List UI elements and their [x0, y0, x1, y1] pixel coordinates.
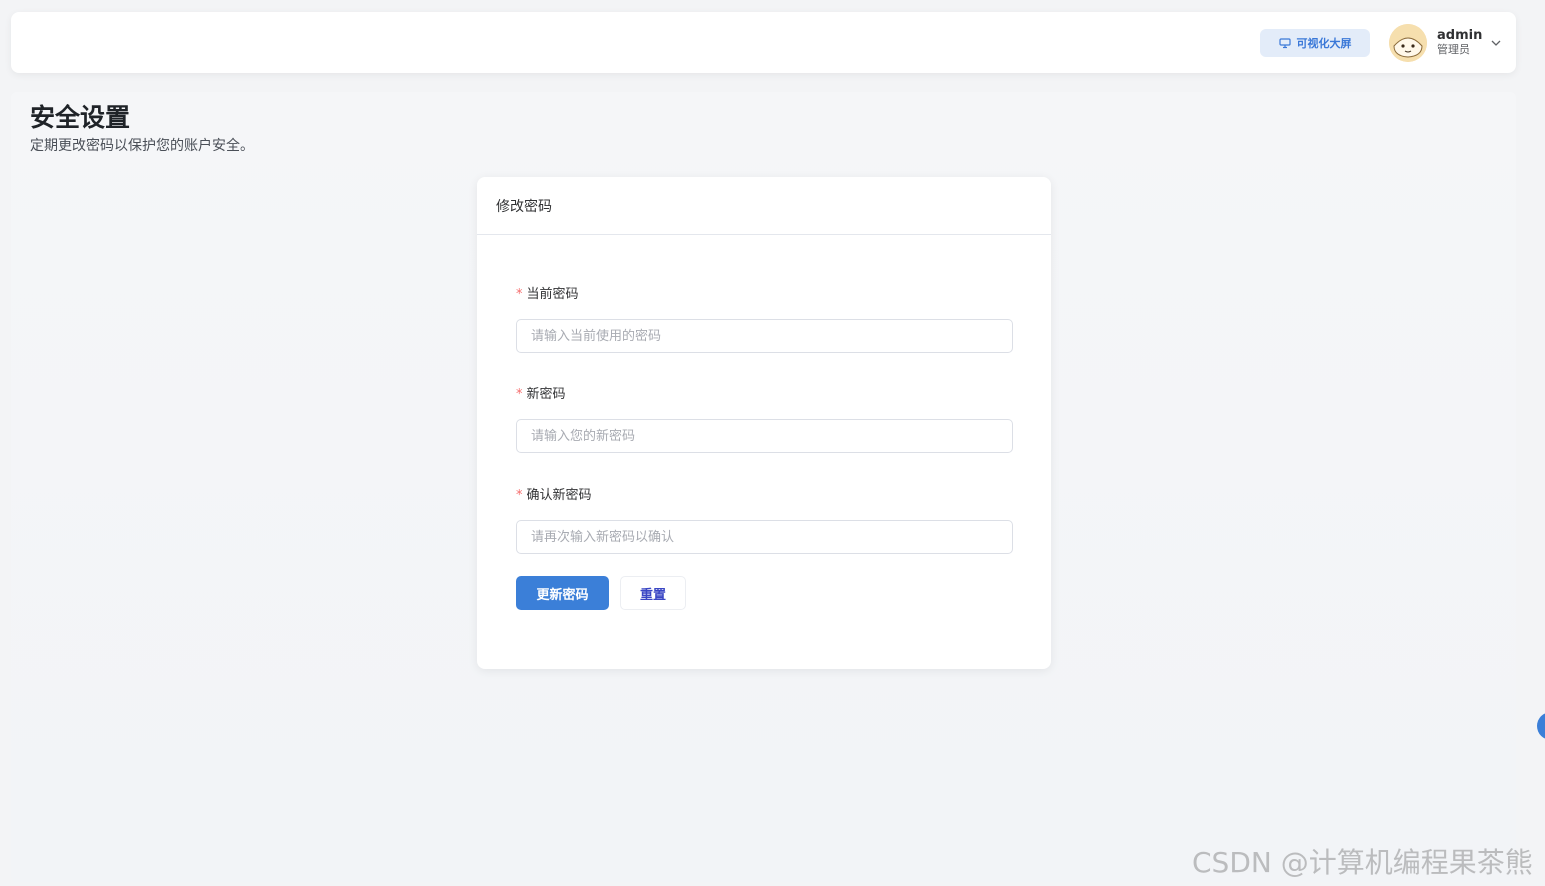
user-name: admin: [1437, 28, 1483, 44]
confirm-password-label-text: 确认新密码: [526, 488, 592, 503]
side-float-button[interactable]: [1537, 712, 1545, 740]
page-subtitle: 定期更改密码以保护您的账户安全。: [30, 138, 254, 154]
monitor-icon: [1278, 38, 1291, 49]
top-header: 可视化大屏 admin 管理员: [11, 12, 1516, 73]
user-role: 管理员: [1437, 43, 1470, 57]
update-password-button[interactable]: 更新密码: [516, 576, 609, 610]
required-mark: *: [516, 387, 523, 402]
avatar: [1389, 24, 1427, 62]
reset-button[interactable]: 重置: [620, 576, 686, 610]
new-password-label-text: 新密码: [526, 387, 566, 402]
page-title: 安全设置: [30, 103, 131, 132]
user-menu[interactable]: admin 管理员: [1389, 23, 1502, 63]
confirm-password-input[interactable]: [516, 520, 1013, 554]
avatar-icon: [1389, 24, 1427, 62]
new-password-label: * 新密码: [516, 383, 566, 402]
dashboard-button[interactable]: 可视化大屏: [1260, 29, 1370, 57]
current-password-label-text: 当前密码: [526, 287, 579, 302]
required-mark: *: [516, 488, 523, 503]
current-password-label: * 当前密码: [516, 283, 579, 302]
dashboard-button-label: 可视化大屏: [1296, 37, 1352, 50]
new-password-input[interactable]: [516, 419, 1013, 453]
card-title: 修改密码: [477, 177, 1051, 235]
chevron-down-icon[interactable]: [1490, 37, 1502, 49]
required-mark: *: [516, 287, 523, 302]
current-password-input[interactable]: [516, 319, 1013, 353]
confirm-password-label: * 确认新密码: [516, 484, 592, 503]
change-password-card: 修改密码 * 当前密码 * 新密码 * 确认新密码 更新密码 重置: [477, 177, 1051, 669]
watermark: CSDN @计算机编程果茶熊: [1192, 846, 1533, 879]
